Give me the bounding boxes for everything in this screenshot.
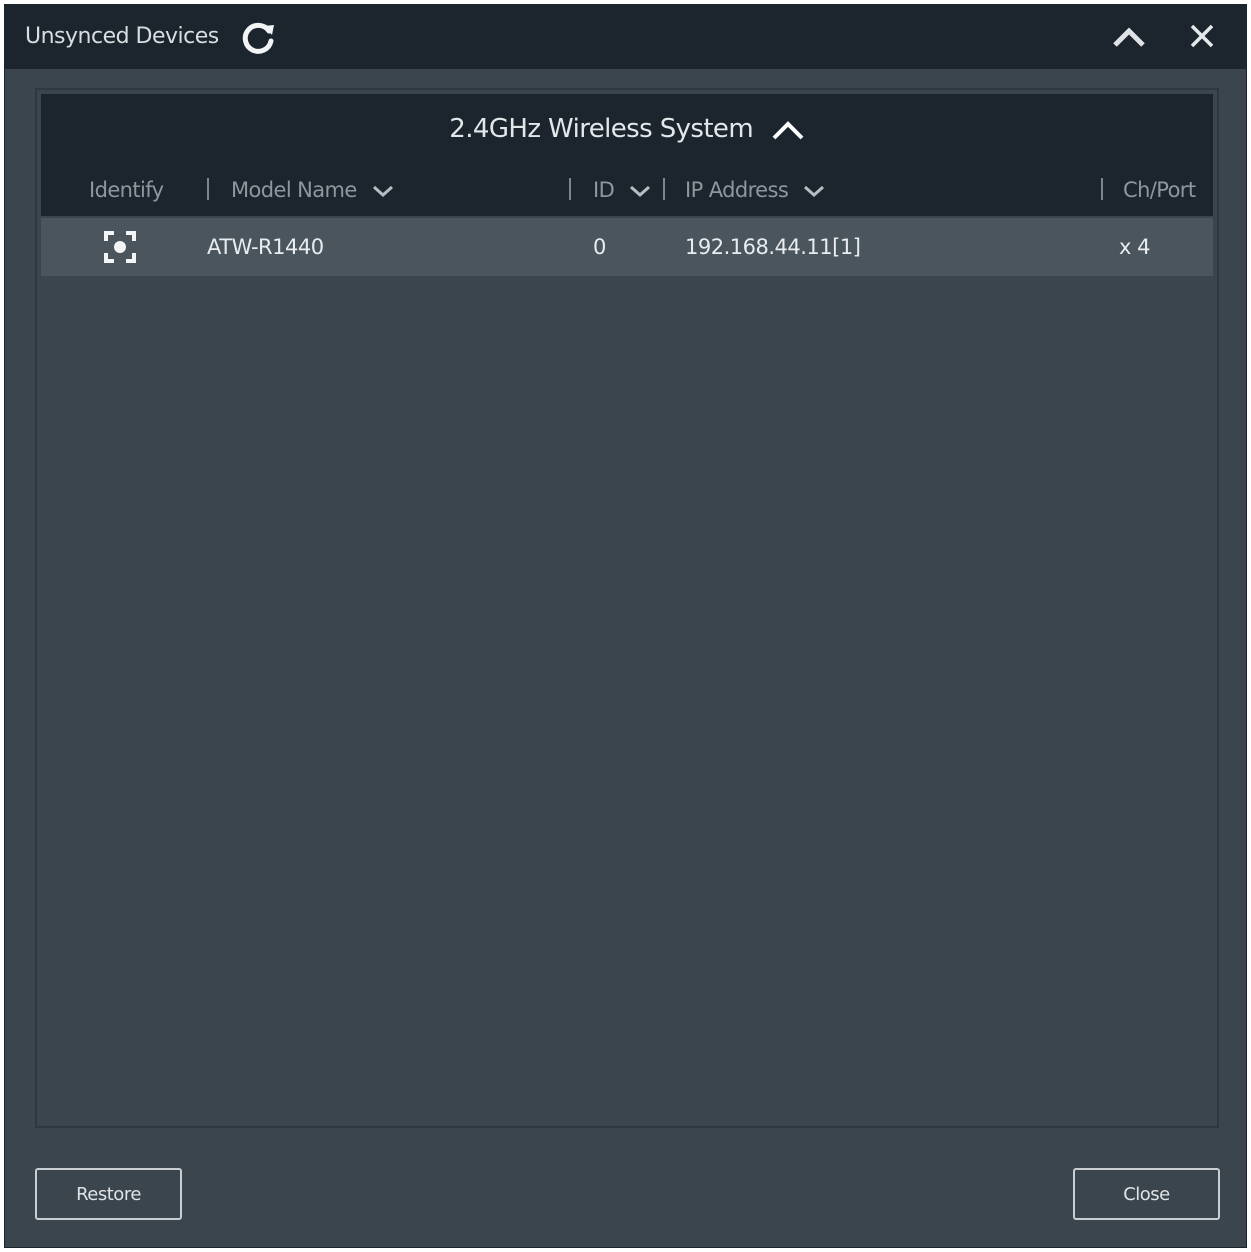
chevron-down-icon bbox=[372, 185, 393, 198]
group-header-toggle[interactable]: 2.4GHz Wireless System bbox=[41, 94, 1213, 164]
row-model-name: ATW-R1440 bbox=[207, 235, 324, 259]
table-row[interactable]: ATW-R1440 0 192.168.44.11[1] x 4 bbox=[41, 218, 1213, 276]
column-header-row: Identify Model Name ID IP Address Ch/Por… bbox=[41, 164, 1213, 216]
column-id[interactable]: ID bbox=[593, 178, 652, 202]
close-icon bbox=[1190, 24, 1214, 48]
chevron-down-icon bbox=[804, 185, 825, 198]
column-ip-address[interactable]: IP Address bbox=[685, 178, 826, 202]
group-title: 2.4GHz Wireless System bbox=[41, 114, 1213, 144]
chevron-up-icon bbox=[772, 120, 804, 139]
row-ch-port: x 4 bbox=[1119, 235, 1150, 259]
identify-target-icon bbox=[104, 231, 136, 263]
restore-button[interactable]: Restore bbox=[35, 1168, 182, 1220]
title-bar: Unsynced Devices bbox=[5, 5, 1246, 69]
column-ip-address-label: IP Address bbox=[685, 178, 789, 202]
column-separator bbox=[663, 178, 665, 200]
refresh-button[interactable] bbox=[239, 19, 279, 59]
column-separator bbox=[569, 178, 571, 200]
row-id: 0 bbox=[593, 235, 606, 259]
chevron-up-icon bbox=[1113, 27, 1145, 47]
column-identify: Identify bbox=[89, 178, 164, 202]
identify-button[interactable] bbox=[103, 230, 137, 264]
collapse-window-button[interactable] bbox=[1111, 21, 1147, 53]
column-model-name[interactable]: Model Name bbox=[231, 178, 395, 202]
column-separator bbox=[207, 178, 209, 200]
column-model-name-label: Model Name bbox=[231, 178, 357, 202]
row-ip-address: 192.168.44.11[1] bbox=[685, 235, 861, 259]
close-button[interactable]: Close bbox=[1073, 1168, 1220, 1220]
device-list-panel: 2.4GHz Wireless System Identify Model Na… bbox=[35, 88, 1219, 1128]
unsynced-devices-window: Unsynced Devices 2.4GHz Wireless System bbox=[4, 4, 1247, 1248]
window-close-button[interactable] bbox=[1185, 19, 1219, 53]
column-ch-port: Ch/Port bbox=[1123, 178, 1196, 202]
refresh-icon bbox=[242, 22, 274, 54]
window-title: Unsynced Devices bbox=[25, 24, 219, 49]
column-separator bbox=[1101, 178, 1103, 200]
chevron-down-icon bbox=[630, 185, 651, 198]
column-id-label: ID bbox=[593, 178, 615, 202]
group-title-text: 2.4GHz Wireless System bbox=[449, 114, 754, 144]
